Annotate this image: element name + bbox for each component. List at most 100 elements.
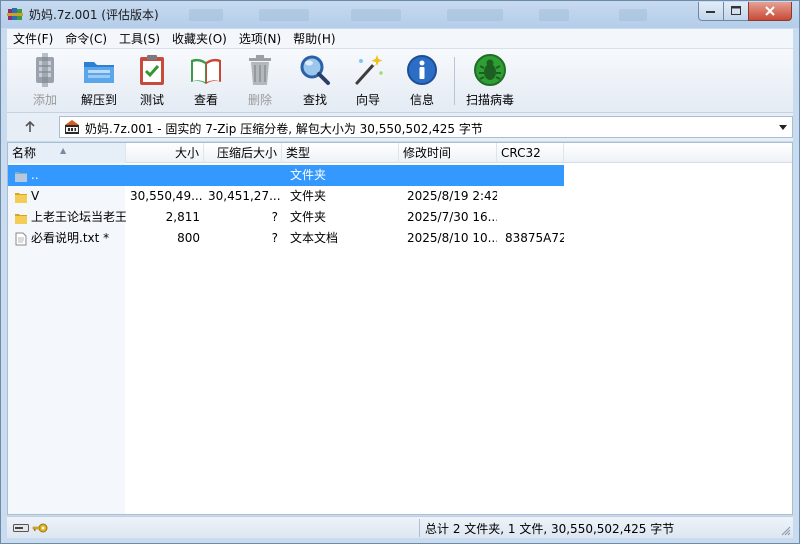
status-bar: 总计 2 文件夹, 1 文件, 30,550,502,425 字节 bbox=[7, 516, 793, 538]
row-name: .. bbox=[31, 168, 39, 182]
status-divider bbox=[419, 519, 420, 537]
column-header-packed[interactable]: 压缩后大小 bbox=[204, 143, 282, 163]
find-button[interactable]: 查找 bbox=[291, 53, 339, 109]
close-button[interactable] bbox=[748, 2, 792, 21]
title-bar-ghost bbox=[351, 9, 401, 21]
title-bar-ghost bbox=[259, 9, 309, 21]
menu-file[interactable]: 文件(F) bbox=[7, 29, 59, 49]
row-crc bbox=[497, 165, 564, 186]
sort-ascending-icon: ▲ bbox=[60, 146, 67, 155]
toolbar-separator bbox=[454, 57, 455, 105]
title-bar-ghost bbox=[447, 9, 503, 21]
title-bar-ghost bbox=[539, 9, 569, 21]
folder-icon bbox=[15, 192, 27, 203]
winrar-books-icon bbox=[7, 8, 23, 20]
trash-icon bbox=[249, 55, 271, 85]
row-name-cell: V bbox=[8, 186, 126, 207]
view-book-icon bbox=[191, 58, 221, 84]
chevron-down-icon bbox=[779, 124, 787, 130]
column-header-size[interactable]: 大小 bbox=[126, 143, 204, 163]
info-button[interactable]: 信息 bbox=[398, 53, 446, 109]
menu-commands[interactable]: 命令(C) bbox=[59, 29, 113, 49]
row-modified bbox=[399, 165, 497, 186]
menu-favorites[interactable]: 收藏夹(O) bbox=[166, 29, 233, 49]
wizard-button-label: 向导 bbox=[355, 93, 380, 107]
folder-icon bbox=[15, 213, 27, 224]
address-path: 奶妈.7z.001 - 固实的 7-Zip 压缩分卷, 解包大小为 30,550… bbox=[85, 122, 483, 136]
up-level-button[interactable] bbox=[21, 118, 39, 136]
row-packed: 30,451,27... bbox=[208, 189, 281, 203]
parent-folder-icon bbox=[15, 171, 27, 182]
add-archive-icon bbox=[36, 53, 54, 87]
add-button[interactable]: 添加 bbox=[21, 53, 69, 109]
row-size: 2,811 bbox=[165, 210, 200, 224]
row-type: 文件夹 bbox=[290, 210, 327, 224]
row-modified: 2025/8/10 10... bbox=[407, 231, 497, 245]
row-type: 文件夹 bbox=[290, 168, 327, 182]
minimize-icon bbox=[706, 11, 715, 13]
test-button[interactable]: 测试 bbox=[128, 53, 176, 109]
file-list[interactable]: 名称 ▲ 大小 压缩后大小 类型 修改时间 CRC32 .. 文件夹 V 30,… bbox=[7, 142, 793, 515]
column-name-label: 名称 bbox=[12, 146, 37, 160]
row-size: 30,550,49... bbox=[130, 189, 203, 203]
test-clipboard-icon bbox=[140, 55, 164, 85]
address-field[interactable]: 奶妈.7z.001 - 固实的 7-Zip 压缩分卷, 解包大小为 30,550… bbox=[59, 116, 793, 138]
key-icon[interactable] bbox=[32, 522, 48, 534]
row-crc: 83875A72 bbox=[505, 231, 564, 245]
title-bar-ghost bbox=[189, 9, 223, 21]
maximize-icon bbox=[730, 6, 741, 15]
column-header: 名称 ▲ 大小 压缩后大小 类型 修改时间 CRC32 bbox=[8, 143, 792, 163]
magnifier-icon bbox=[300, 55, 330, 85]
close-icon bbox=[765, 6, 775, 16]
address-dropdown-button[interactable] bbox=[776, 118, 790, 136]
column-header-type[interactable]: 类型 bbox=[282, 143, 399, 163]
archive-001-icon bbox=[65, 120, 79, 134]
virus-scan-button[interactable]: 扫描病毒 bbox=[461, 53, 519, 109]
menu-help[interactable]: 帮助(H) bbox=[287, 29, 341, 49]
row-packed bbox=[204, 165, 282, 186]
toolbar: 添加 解压到 测试 查看 删除 查找 向导 信息 扫描病毒 bbox=[7, 49, 793, 113]
text-file-icon bbox=[15, 232, 27, 245]
row-packed: ? bbox=[271, 210, 278, 224]
row-packed: ? bbox=[271, 231, 278, 245]
row-modified: 2025/7/30 16... bbox=[407, 210, 497, 224]
window-title: 奶妈.7z.001 (评估版本) bbox=[29, 8, 159, 22]
wizard-button[interactable]: 向导 bbox=[344, 53, 392, 109]
virus-scan-label: 扫描病毒 bbox=[465, 93, 514, 107]
table-row-parent[interactable]: .. 文件夹 bbox=[8, 165, 564, 186]
add-button-label: 添加 bbox=[32, 93, 57, 107]
test-button-label: 测试 bbox=[139, 93, 164, 107]
minimize-button[interactable] bbox=[698, 2, 724, 21]
table-row[interactable]: V 30,550,49... 30,451,27... 文件夹 2025/8/1… bbox=[8, 186, 792, 207]
drive-icon[interactable] bbox=[13, 523, 29, 533]
row-name: 上老王论坛当老王 bbox=[31, 210, 126, 224]
row-name: V bbox=[31, 189, 40, 203]
column-header-crc[interactable]: CRC32 bbox=[497, 143, 564, 163]
magic-wand-icon bbox=[355, 55, 383, 85]
info-icon bbox=[407, 55, 437, 85]
table-row[interactable]: 上老王论坛当老王 2,811 ? 文件夹 2025/7/30 16... bbox=[8, 207, 792, 228]
find-button-label: 查找 bbox=[302, 93, 327, 107]
row-type: 文件夹 bbox=[290, 189, 327, 203]
menu-options[interactable]: 选项(N) bbox=[233, 29, 287, 49]
address-bar: 奶妈.7z.001 - 固实的 7-Zip 压缩分卷, 解包大小为 30,550… bbox=[7, 113, 793, 141]
extract-to-button[interactable]: 解压到 bbox=[75, 53, 123, 109]
menu-tools[interactable]: 工具(S) bbox=[113, 29, 166, 49]
extract-folder-icon bbox=[84, 62, 114, 83]
row-name-cell: 上老王论坛当老王 bbox=[8, 207, 126, 228]
column-header-name[interactable]: 名称 ▲ bbox=[8, 143, 126, 163]
column-header-modified[interactable]: 修改时间 bbox=[399, 143, 497, 163]
row-name-cell: 必看说明.txt * bbox=[8, 228, 126, 249]
maximize-button[interactable] bbox=[723, 2, 749, 21]
resize-grip-icon[interactable] bbox=[781, 526, 791, 536]
delete-button[interactable]: 删除 bbox=[236, 53, 284, 109]
row-type: 文本文档 bbox=[290, 231, 339, 245]
file-rows: .. 文件夹 V 30,550,49... 30,451,27... 文件夹 2… bbox=[8, 165, 792, 249]
row-size bbox=[126, 165, 204, 186]
title-bar[interactable]: 奶妈.7z.001 (评估版本) bbox=[1, 1, 799, 28]
view-button[interactable]: 查看 bbox=[182, 53, 230, 109]
table-row[interactable]: 必看说明.txt * 800 ? 文本文档 2025/8/10 10... 83… bbox=[8, 228, 792, 249]
info-button-label: 信息 bbox=[409, 93, 434, 107]
delete-button-label: 删除 bbox=[247, 93, 272, 107]
menu-bar: 文件(F) 命令(C) 工具(S) 收藏夹(O) 选项(N) 帮助(H) bbox=[7, 29, 793, 49]
